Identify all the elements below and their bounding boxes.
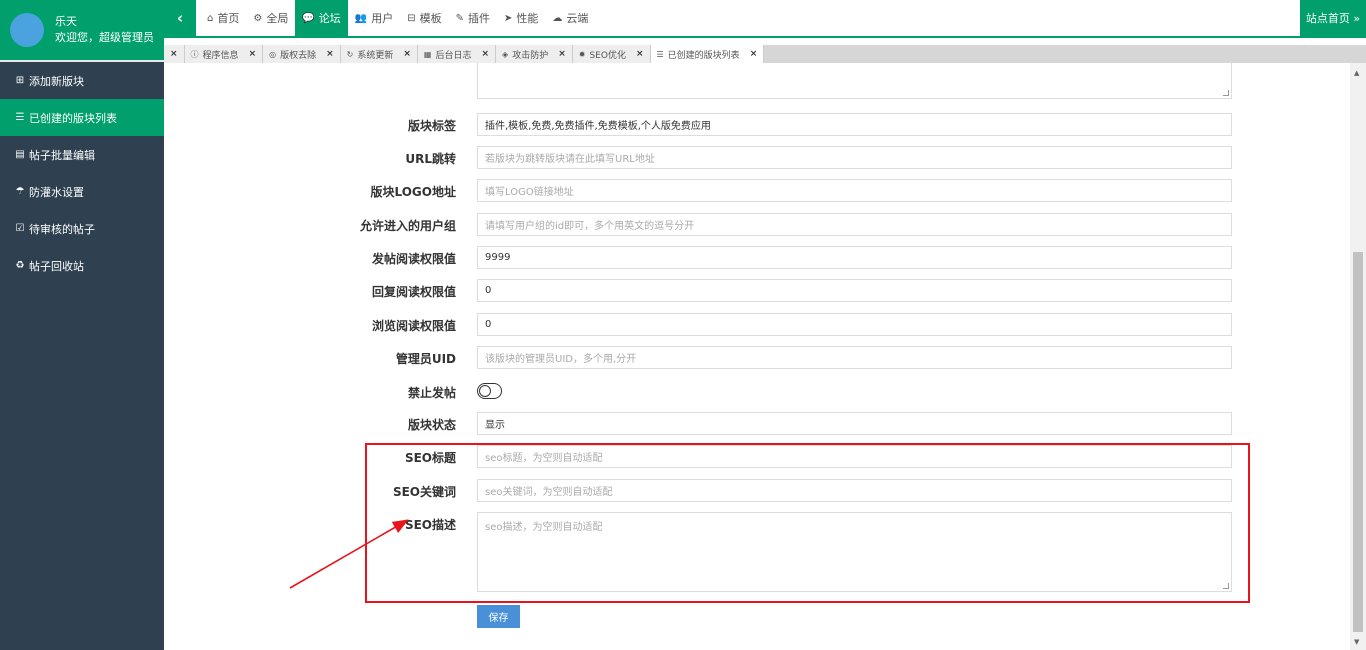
annotation-arrow [289,519,409,589]
scroll-down-icon[interactable]: ▼ [1354,638,1359,646]
page-scrollbar[interactable]: ▲ ▼ [1350,63,1366,650]
scroll-up-icon[interactable]: ▲ [1354,69,1359,77]
scrollbar-thumb[interactable] [1353,252,1363,632]
